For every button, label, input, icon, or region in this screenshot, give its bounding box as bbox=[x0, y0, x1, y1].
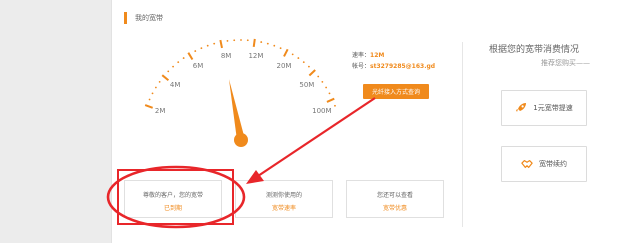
gauge-minor-tick bbox=[233, 39, 236, 42]
account-line: 帐号：st3279285@163.gd bbox=[352, 61, 435, 72]
rocket-icon bbox=[516, 103, 527, 112]
speed-upgrade-button[interactable]: 1元宽带提速 bbox=[501, 90, 587, 126]
gauge-major-tick bbox=[219, 39, 223, 49]
gauge-needle bbox=[228, 79, 245, 141]
card-text: 您还可以查看 bbox=[376, 192, 413, 199]
gauge-minor-tick bbox=[291, 53, 294, 56]
rate-value: 12M bbox=[370, 52, 385, 59]
gauge-minor-tick bbox=[226, 40, 229, 42]
gauge-label: 50M bbox=[299, 81, 314, 89]
handshake-icon bbox=[521, 159, 533, 169]
card-link[interactable]: 宽带速率 bbox=[236, 203, 332, 212]
card-link[interactable]: 宽带优惠 bbox=[347, 203, 443, 212]
vertical-divider bbox=[462, 42, 463, 227]
gauge-major-tick bbox=[187, 52, 194, 61]
account-label: 帐号： bbox=[352, 63, 371, 70]
expired-notice-card[interactable]: 尊敬的客户，您的宽带 已到期 bbox=[124, 180, 222, 218]
gauge-major-tick bbox=[161, 74, 170, 82]
gauge-minor-tick bbox=[297, 57, 300, 59]
offers-card[interactable]: 您还可以查看 宽带优惠 bbox=[346, 180, 444, 218]
gauge-minor-tick bbox=[182, 57, 185, 59]
gauge-label: 12M bbox=[248, 52, 263, 60]
gauge-minor-tick bbox=[334, 104, 336, 107]
recommend-title: 根据您的宽带消费情况 bbox=[489, 45, 580, 55]
gauge-major-tick bbox=[252, 38, 256, 48]
gauge-minor-tick bbox=[154, 86, 157, 89]
gauge-minor-tick bbox=[240, 39, 242, 41]
gauge-minor-tick bbox=[172, 65, 174, 68]
gauge-minor-tick bbox=[317, 75, 320, 78]
rate-label: 速率： bbox=[352, 52, 371, 59]
gauge-minor-tick bbox=[213, 42, 216, 45]
fiber-access-query-button[interactable]: 光纤接入方式查询 bbox=[363, 84, 429, 99]
gauge-minor-tick bbox=[260, 41, 263, 43]
gauge-minor-tick bbox=[194, 50, 197, 52]
rate-line: 速率：12M bbox=[352, 50, 435, 61]
gauge-label: 6M bbox=[193, 62, 204, 70]
broadband-panel: 我的宽带 2M 4M 6M 8M 12M 20M 50M 100M 速率：12M 帐号：st3… bbox=[111, 0, 620, 243]
gauge-minor-tick bbox=[200, 47, 203, 50]
gauge-minor-tick bbox=[279, 47, 282, 50]
gauge-major-tick bbox=[308, 69, 316, 77]
gauge-minor-tick bbox=[246, 39, 249, 42]
card-text: 测测你使用的 bbox=[265, 192, 302, 199]
renew-contract-label: 宽带续约 bbox=[539, 160, 567, 168]
gauge-minor-tick bbox=[206, 44, 209, 47]
gauge-label: 2M bbox=[155, 107, 166, 115]
gauge-minor-tick bbox=[325, 86, 328, 89]
recommend-subtitle: 推荐您购买—— bbox=[541, 59, 590, 67]
gauge-minor-tick bbox=[148, 98, 151, 101]
card-link[interactable]: 已到期 bbox=[125, 203, 221, 212]
account-value: st3279285@163.gd bbox=[370, 63, 436, 70]
gauge-label: 20M bbox=[277, 62, 292, 70]
gauge-minor-tick bbox=[273, 44, 276, 47]
speed-test-card[interactable]: 测测你使用的 宽带速率 bbox=[235, 180, 333, 218]
gauge-minor-tick bbox=[167, 70, 170, 73]
gauge-label: 100M bbox=[312, 107, 331, 115]
gauge-label: 8M bbox=[221, 52, 232, 60]
gauge-minor-tick bbox=[177, 61, 180, 64]
gauge-major-tick bbox=[144, 104, 154, 109]
gauge-minor-tick bbox=[302, 61, 305, 64]
gauge-major-tick bbox=[326, 97, 335, 103]
gauge-minor-tick bbox=[151, 92, 154, 95]
account-info: 速率：12M 帐号：st3279285@163.gd bbox=[352, 50, 435, 72]
speed-upgrade-label: 1元宽带提速 bbox=[533, 104, 573, 112]
card-text: 尊敬的客户，您的宽带 bbox=[142, 192, 203, 199]
renew-contract-button[interactable]: 宽带续约 bbox=[501, 146, 587, 182]
gauge-label: 4M bbox=[170, 81, 181, 89]
gauge-major-tick bbox=[283, 48, 289, 57]
gauge-minor-tick bbox=[308, 65, 310, 68]
gauge-minor-tick bbox=[321, 80, 324, 83]
gauge-minor-tick bbox=[158, 80, 161, 83]
gauge-minor-tick bbox=[328, 92, 331, 95]
gauge-minor-tick bbox=[266, 42, 269, 45]
gauge-hub bbox=[234, 133, 248, 147]
